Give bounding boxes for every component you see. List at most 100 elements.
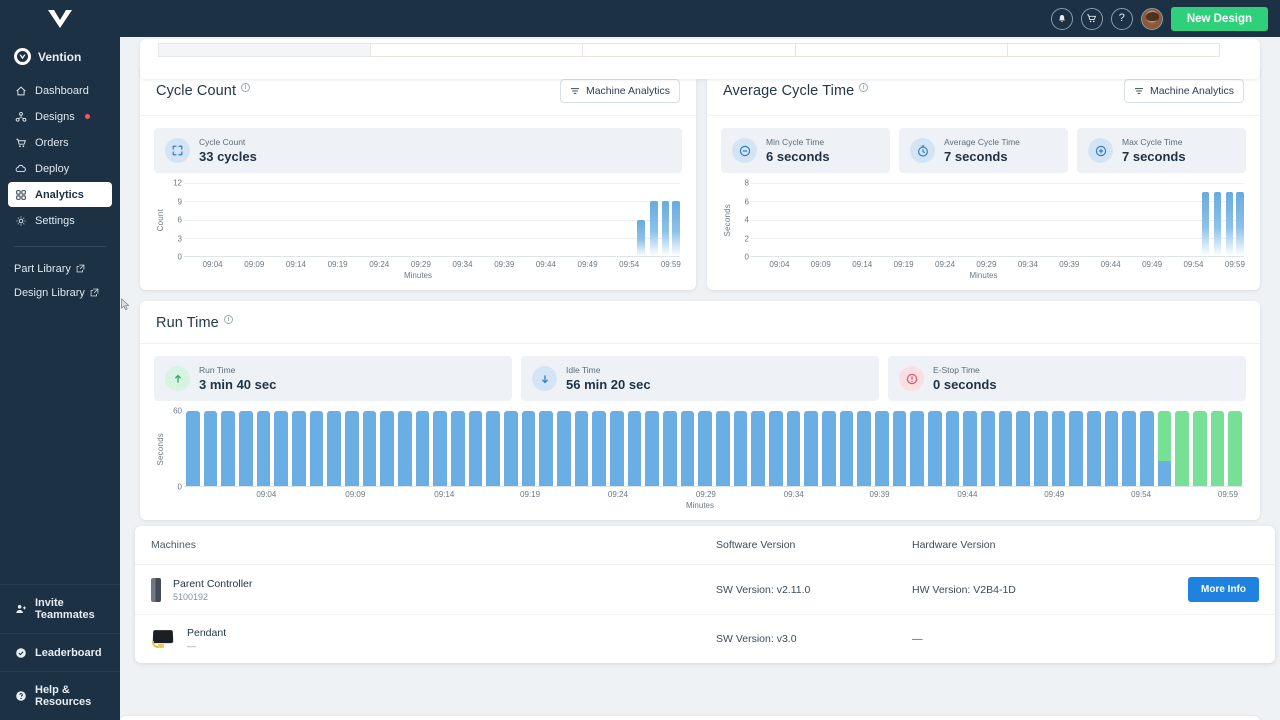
bar-idle: [256, 411, 271, 487]
sidebar-item-settings[interactable]: Settings: [8, 208, 112, 233]
card-title-text: Cycle Count: [156, 83, 237, 99]
row-action: More Info: [1188, 577, 1259, 603]
hardware-version: —: [912, 633, 923, 646]
bar-idle: [627, 411, 642, 487]
segment[interactable]: [1006, 43, 1221, 57]
machine-serial: —: [187, 641, 196, 652]
new-design-button[interactable]: New Design: [1170, 6, 1268, 31]
bars: [184, 411, 1244, 487]
x-tick: 09:04: [256, 490, 277, 500]
bar-run: [1192, 411, 1207, 487]
x-tick: 09:34: [1017, 260, 1038, 270]
bar-idle: [892, 411, 907, 487]
bar-idle: [556, 411, 571, 487]
sidebar-item-designs[interactable]: Designs: [8, 104, 112, 129]
scroll-container[interactable]: Cycle Count i Machine Analytics Cycle Co…: [120, 39, 1280, 720]
x-tick: 09:49: [577, 260, 598, 270]
chart-plot-area: Seconds 8 6 4 2 0: [723, 179, 1244, 262]
plot: [184, 183, 680, 258]
stat-tiles: Min Cycle Time 6 seconds Average Cycle T…: [707, 116, 1260, 177]
cart-icon: [14, 136, 27, 149]
machine-analytics-filter-button[interactable]: Machine Analytics: [1123, 79, 1244, 103]
info-icon[interactable]: i: [241, 83, 251, 93]
x-tick: 09:09: [244, 260, 265, 270]
bar-idle: [910, 411, 925, 487]
segmented-control[interactable]: [158, 43, 1221, 57]
bar-run: [1210, 411, 1225, 487]
stat-value: 7 seconds: [944, 149, 1008, 165]
x-tick: 09:29: [410, 260, 431, 270]
x-tick: 09:19: [893, 260, 914, 270]
bar-idle: [592, 411, 607, 487]
segment[interactable]: [158, 43, 371, 57]
sidebar-item-part-library[interactable]: Part Library: [8, 257, 112, 281]
plot: [751, 183, 1244, 258]
sidebar: Vention Dashboard Designs Orders Deploy …: [0, 37, 120, 720]
sidebar-item-label: Designs: [35, 110, 75, 123]
notifications-bell-icon[interactable]: [1050, 7, 1073, 30]
sidebar-item-help-resources[interactable]: Help & Resources: [0, 671, 120, 720]
x-tick: 09:24: [935, 260, 956, 270]
sidebar-item-deploy[interactable]: Deploy: [8, 156, 112, 181]
bar-idle: [433, 411, 448, 487]
bar-idle: [945, 411, 960, 487]
external-link-icon: [90, 288, 99, 299]
sidebar-item-dashboard[interactable]: Dashboard: [8, 78, 112, 103]
stat-value: 0 seconds: [933, 377, 997, 393]
plot: [184, 411, 1244, 488]
stat-label: Cycle Count: [199, 137, 246, 147]
sidebar-item-invite-teammates[interactable]: Invite Teammates: [0, 584, 120, 633]
x-tick: 09:14: [852, 260, 873, 270]
avatar[interactable]: [1140, 7, 1163, 30]
bar-idle: [415, 411, 430, 487]
x-tick: 09:29: [976, 260, 997, 270]
bar-idle: [1051, 411, 1066, 487]
sidebar-item-design-library[interactable]: Design Library: [8, 281, 112, 305]
bar-idle: [539, 411, 554, 487]
x-tick: 09:59: [660, 260, 681, 270]
stopwatch-icon: [910, 138, 935, 164]
mouse-cursor: [121, 298, 130, 311]
help-question-icon[interactable]: ?: [1110, 7, 1133, 30]
column-header-software-version: Software Version: [716, 539, 796, 552]
y-tick: 6: [177, 215, 182, 225]
bar: [1213, 192, 1222, 257]
bar-run: [1228, 411, 1243, 487]
table-row[interactable]: Parent Controller 5100192 SW Version: v2…: [135, 565, 1275, 616]
x-tick: 09:04: [769, 260, 790, 270]
segment[interactable]: [794, 43, 1007, 57]
controller-device-icon: [151, 577, 161, 602]
bar: [637, 219, 645, 257]
sidebar-item-leaderboard[interactable]: Leaderboard: [0, 633, 120, 671]
x-tick: 09:54: [619, 260, 640, 270]
table-row[interactable]: Pendant — SW Version: v3.0 —: [135, 615, 1275, 663]
x-tick: 09:39: [869, 490, 890, 500]
app-logo[interactable]: [0, 8, 120, 30]
x-tick: 09:39: [494, 260, 515, 270]
x-tick: 09:14: [285, 260, 306, 270]
machine-analytics-filter-button[interactable]: Machine Analytics: [559, 79, 680, 103]
bar-idle: [857, 411, 872, 487]
overlay-duplicate-row: Pendant — SW Version: v3.0 —: [120, 716, 1260, 720]
bar-idle: [468, 411, 483, 487]
segment[interactable]: [582, 43, 795, 57]
x-axis-ticks: 09:04 09:09 09:14 09:19 09:24 09:29 09:3…: [172, 257, 681, 271]
bar: [1201, 192, 1209, 257]
bar-run: [1175, 411, 1190, 487]
y-tick: 8: [744, 178, 749, 188]
bar-idle: [874, 411, 889, 487]
info-icon[interactable]: i: [859, 83, 869, 93]
y-tick: 9: [177, 197, 182, 207]
segment[interactable]: [370, 43, 583, 57]
sidebar-item-analytics[interactable]: Analytics: [8, 182, 112, 207]
x-tick: 09:04: [202, 260, 223, 270]
x-tick: 09:39: [1059, 260, 1080, 270]
table-row[interactable]: Pendant — SW Version: v3.0 —: [120, 716, 1260, 720]
info-icon[interactable]: i: [223, 315, 233, 325]
chart-plot-area: Seconds 60 0: [156, 407, 1244, 492]
more-info-button[interactable]: More Info: [1188, 577, 1259, 603]
sidebar-bottom: Invite Teammates Leaderboard Help & Reso…: [0, 584, 120, 720]
bar-idle: [680, 411, 695, 487]
cart-icon[interactable]: [1080, 7, 1103, 30]
sidebar-item-orders[interactable]: Orders: [8, 130, 112, 155]
